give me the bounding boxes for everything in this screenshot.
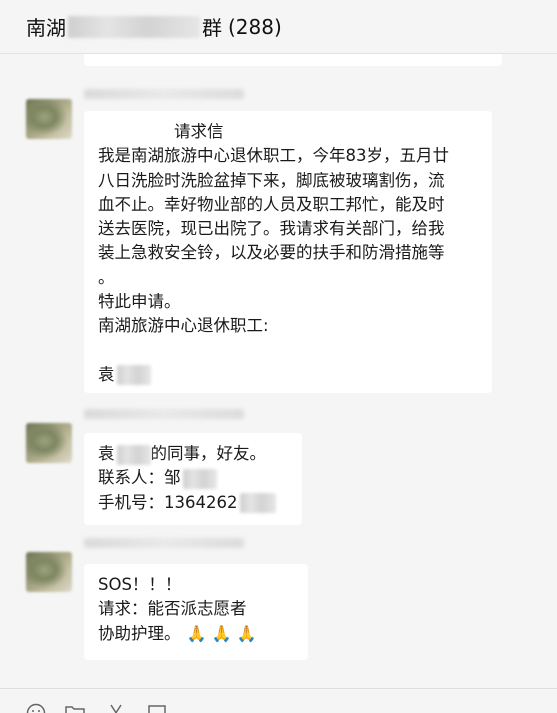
sender-avatar[interactable]: [26, 423, 72, 463]
message-line: 手机号：1364262: [98, 491, 288, 515]
message-bubble[interactable]: 袁 的同事，好友。 联系人：邹 手机号：1364262: [84, 433, 302, 525]
message-line: 南湖旅游中心退休职工:: [98, 316, 269, 336]
message-bubble[interactable]: 请求信 我是南湖旅游中心退休职工，今年83岁，五月廿 八日洗脸时洗脸盆掉下来，脚…: [84, 111, 492, 393]
sender-avatar[interactable]: [26, 552, 72, 592]
signature-surname: 袁: [98, 364, 115, 384]
surname: 袁: [98, 444, 115, 463]
redacted-sender-name: [84, 538, 244, 548]
redacted-name: [116, 365, 151, 386]
relation-text: 的同事，好友。: [150, 444, 267, 463]
message-line: 。: [98, 267, 115, 287]
message-line: 我是南湖旅游中心退休职工，今年83岁，五月廿: [98, 146, 449, 166]
sender-avatar[interactable]: [26, 99, 72, 139]
input-toolbar: [0, 688, 557, 713]
message-line: 血不止。幸好物业部的人员及职工邦忙，能及时: [98, 194, 445, 214]
member-count: (288): [228, 14, 282, 39]
message-line: 袁: [98, 363, 478, 387]
message-line: [98, 339, 478, 363]
previous-message-bubble[interactable]: [84, 54, 502, 66]
message-line: 袁 的同事，好友。: [98, 442, 288, 466]
message-line: 装上急救安全铃，以及必要的扶手和防滑措施等: [98, 243, 445, 263]
phone-number: 手机号：1364262: [98, 492, 238, 512]
message-line: 请求：能否派志愿者: [98, 599, 247, 619]
pray-emoji-icon: 🙏 🙏 🙏: [186, 623, 257, 643]
message-line: 特此申请。: [98, 292, 181, 312]
contact-label: 联系人：邹: [98, 468, 181, 488]
message-bubble[interactable]: SOS！！！ 请求：能否派志愿者 协助护理。 🙏 🙏 🙏: [84, 564, 308, 660]
chat-header: 南湖 群 (288): [0, 0, 557, 54]
group-title-suffix: 群: [202, 16, 222, 40]
redacted-sender-name: [84, 89, 244, 99]
message-line: 八日洗脸时洗脸盆掉下来，脚底被玻璃割伤，流: [98, 170, 445, 190]
group-title-prefix: 南湖: [26, 16, 66, 40]
redacted-name: [116, 444, 151, 465]
message-line: 联系人：邹: [98, 466, 288, 490]
redacted-phone-digits: [239, 493, 276, 514]
chat-area[interactable]: 请求信 我是南湖旅游中心退休职工，今年83岁，五月廿 八日洗脸时洗脸盆掉下来，脚…: [0, 54, 557, 688]
folder-icon[interactable]: [64, 703, 86, 713]
message-line: 协助护理。 🙏 🙏 🙏: [98, 622, 294, 646]
redacted-sender-name: [84, 409, 244, 419]
message-text: 协助护理。: [98, 623, 181, 643]
redacted-contact-name: [182, 468, 217, 489]
smiley-icon[interactable]: [26, 703, 46, 713]
chat-bubble-icon[interactable]: [146, 703, 168, 713]
redacted-group-name: [68, 15, 200, 38]
letter-title: 请求信: [174, 122, 224, 141]
scissors-icon[interactable]: [108, 703, 124, 713]
message-line: SOS！！！: [98, 575, 182, 594]
message-line: 送去医院，现已出院了。我请求有关部门，给我: [98, 219, 445, 239]
